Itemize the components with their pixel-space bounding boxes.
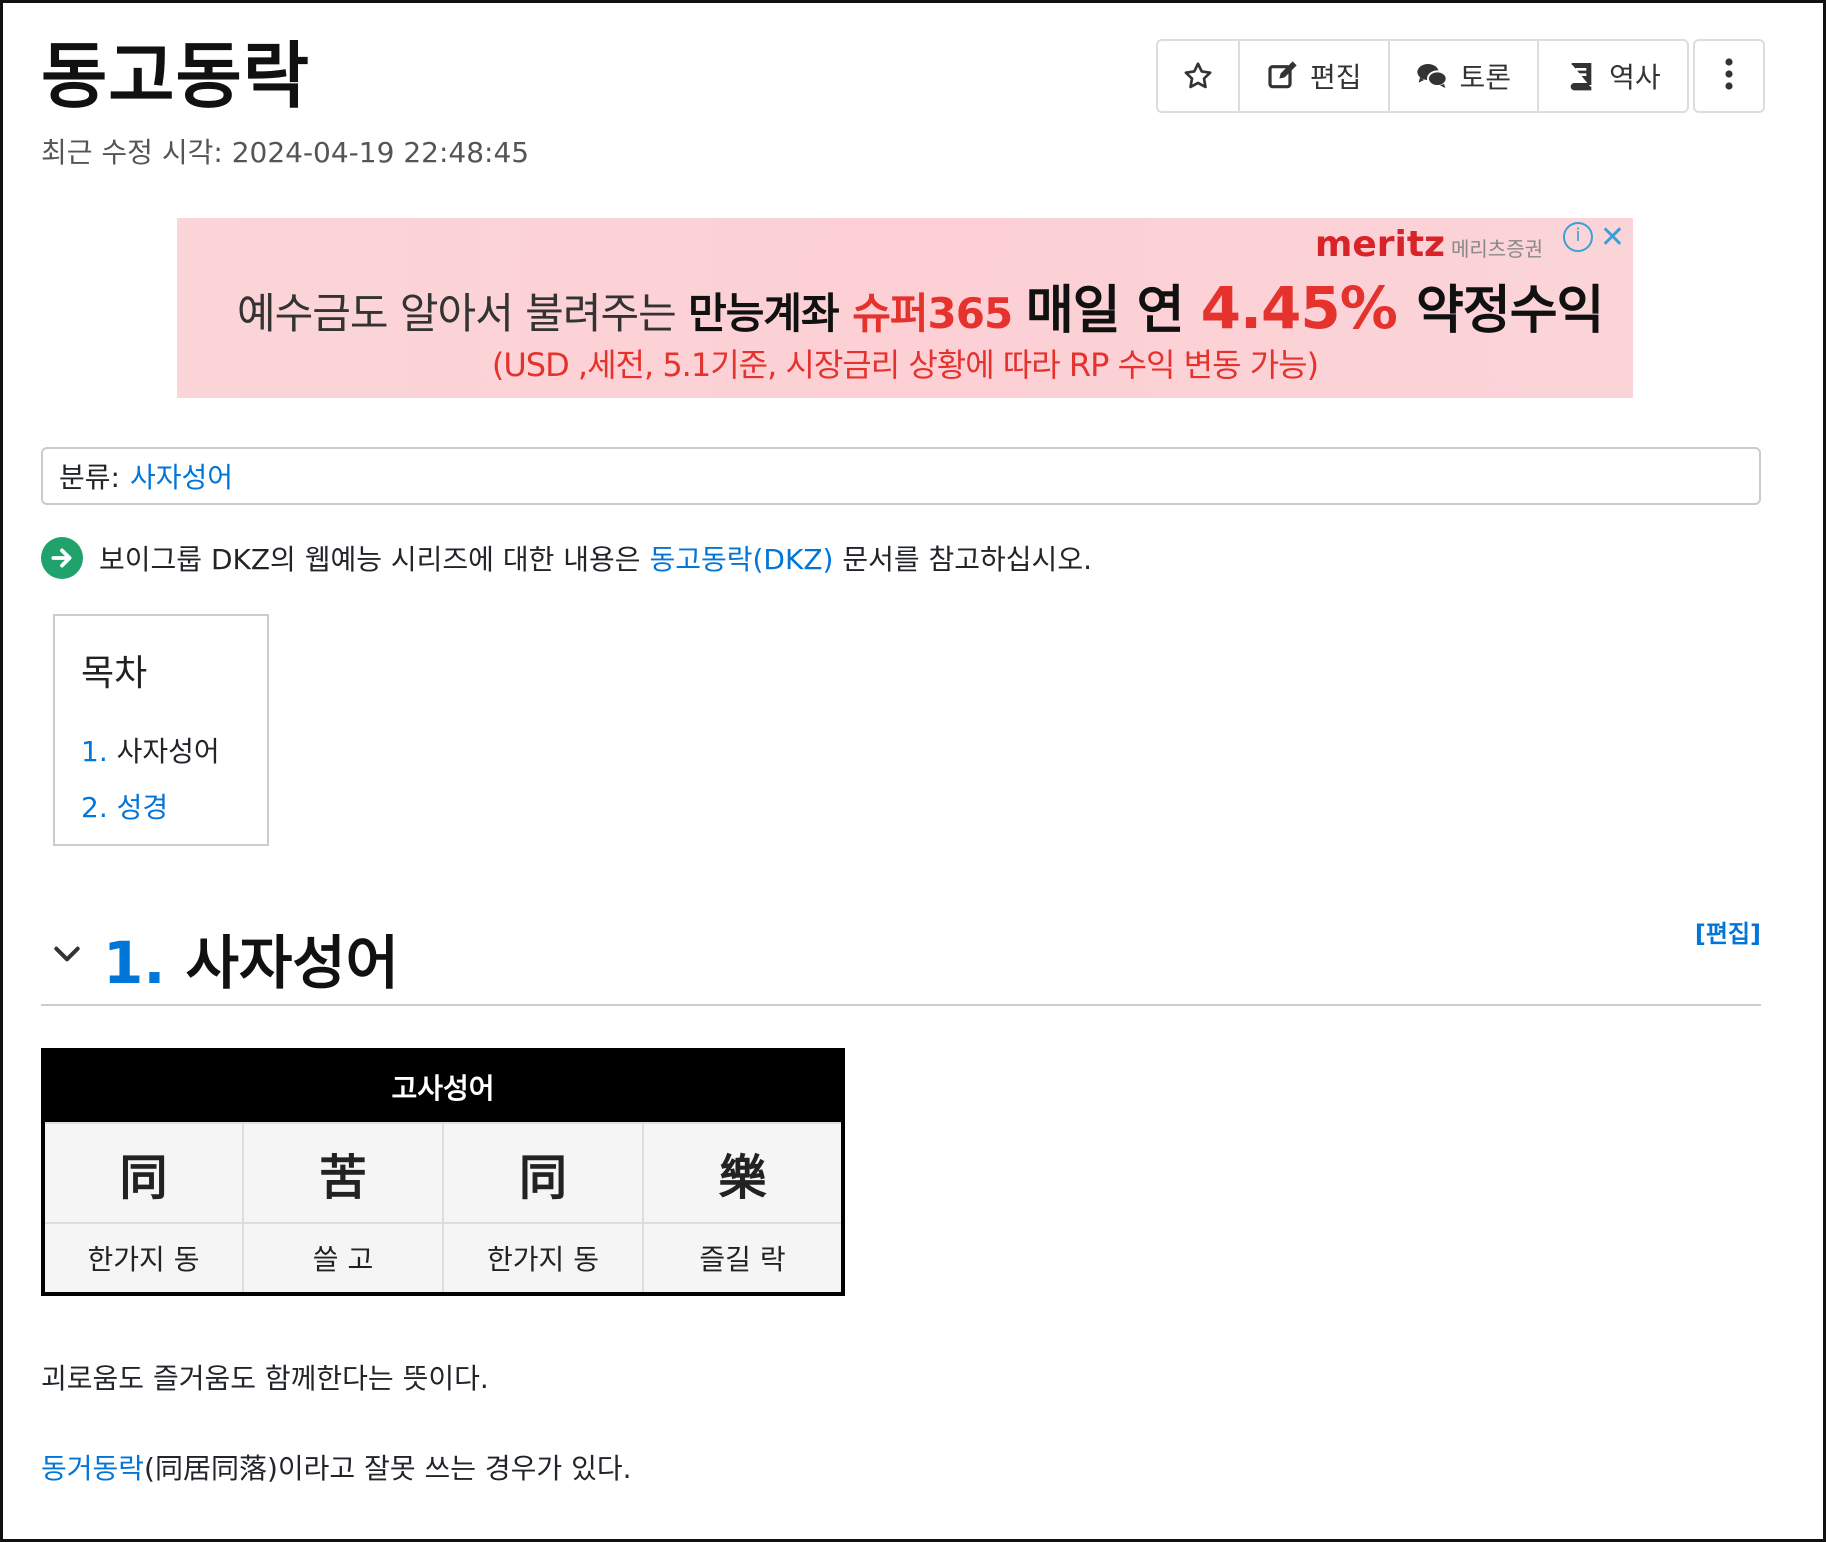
edit-icon [1266,60,1298,92]
ad-brand-logo: meritz 메리츠증권 [1314,224,1543,265]
redirect-note-link[interactable]: 동고동락(DKZ) [649,543,833,576]
article-toolbar: 편집 토론 역사 [1156,39,1689,113]
edit-button[interactable]: 편집 [1240,41,1390,111]
chevron-down-icon[interactable] [51,938,83,970]
reading-cell: 한가지 동 [442,1222,644,1295]
star-button[interactable] [1158,41,1240,111]
misspelling-link[interactable]: 동거동락 [41,1452,144,1485]
category-link[interactable]: 사자성어 [130,456,233,496]
redirect-note-text: 보이그룹 DKZ의 웹예능 시리즈에 대한 내용은 [99,543,650,576]
discuss-button[interactable]: 토론 [1390,41,1540,111]
hanja-cell: 同 [42,1122,244,1224]
category-box: 분류: 사자성어 [41,447,1761,505]
category-label: 분류: [59,461,120,494]
page-frame: 동고동락 최근 수정 시각: 2024-04-19 22:48:45 편집 토론… [0,0,1826,1542]
section-edit-link[interactable]: [편집] [1695,914,1761,949]
arrow-right-icon [41,537,83,579]
history-button-label: 역사 [1609,61,1661,94]
reading-cell: 쓸 고 [242,1222,444,1295]
ad-close-icon[interactable]: ✕ [1600,220,1625,255]
star-icon [1182,60,1214,92]
ad-disclaimer: (USD ,세전, 5.1기준, 시장금리 상황에 따라 RP 수익 변동 가능… [491,346,1319,384]
more-options-button[interactable] [1693,39,1765,113]
advertisement-banner[interactable]: meritz 메리츠증권 i ✕ 예수금도 알아서 불려주는 만능계좌 슈퍼365… [177,218,1633,398]
paragraph-meaning: 괴로움도 즐거움도 함께한다는 뜻이다. [41,1362,489,1395]
more-vertical-icon [1723,58,1735,94]
page-title: 동고동락 [41,34,310,118]
table-of-contents: 목차 1. 사자성어 2. 성경 [53,614,269,846]
section-title: 1. 사자성어 [103,929,400,997]
reading-cell: 한가지 동 [42,1222,244,1295]
edit-button-label: 편집 [1310,61,1362,94]
book-icon [1565,60,1597,92]
section-heading: 1. 사자성어 [편집] [41,908,1761,1006]
idiom-table: 고사성어 同 苦 同 樂 한가지 동 쓸 고 한가지 동 즐길 락 [41,1048,845,1296]
table-row: 同 苦 同 樂 [42,1122,844,1224]
redirect-note: 보이그룹 DKZ의 웹예능 시리즈에 대한 내용은 동고동락(DKZ) 문서를 … [41,537,1092,579]
ad-headline: 예수금도 알아서 불려주는 만능계좌 슈퍼365 매일 연 4.45% 약정수익 [237,274,1604,342]
comments-icon [1416,60,1448,92]
redirect-note-suffix: 문서를 참고하십시오. [833,543,1092,576]
discuss-button-label: 토론 [1459,61,1512,94]
hanja-cell: 苦 [242,1122,444,1224]
ad-info-icon[interactable]: i [1563,222,1593,252]
paragraph-misspelling: 동거동락(同居同落)이라고 잘못 쓰는 경우가 있다. [41,1452,632,1485]
idiom-table-header: 고사성어 [43,1050,843,1123]
last-modified: 최근 수정 시각: 2024-04-19 22:48:45 [41,136,530,169]
toc-item-2[interactable]: 2. 성경 [81,786,241,826]
table-row: 한가지 동 쓸 고 한가지 동 즐길 락 [42,1222,844,1295]
hanja-cell: 樂 [642,1122,844,1224]
toc-item-1[interactable]: 1. 사자성어 [81,730,241,770]
hanja-cell: 同 [442,1122,644,1224]
toc-title: 목차 [81,653,148,694]
history-button[interactable]: 역사 [1539,41,1687,111]
reading-cell: 즐길 락 [642,1222,844,1295]
